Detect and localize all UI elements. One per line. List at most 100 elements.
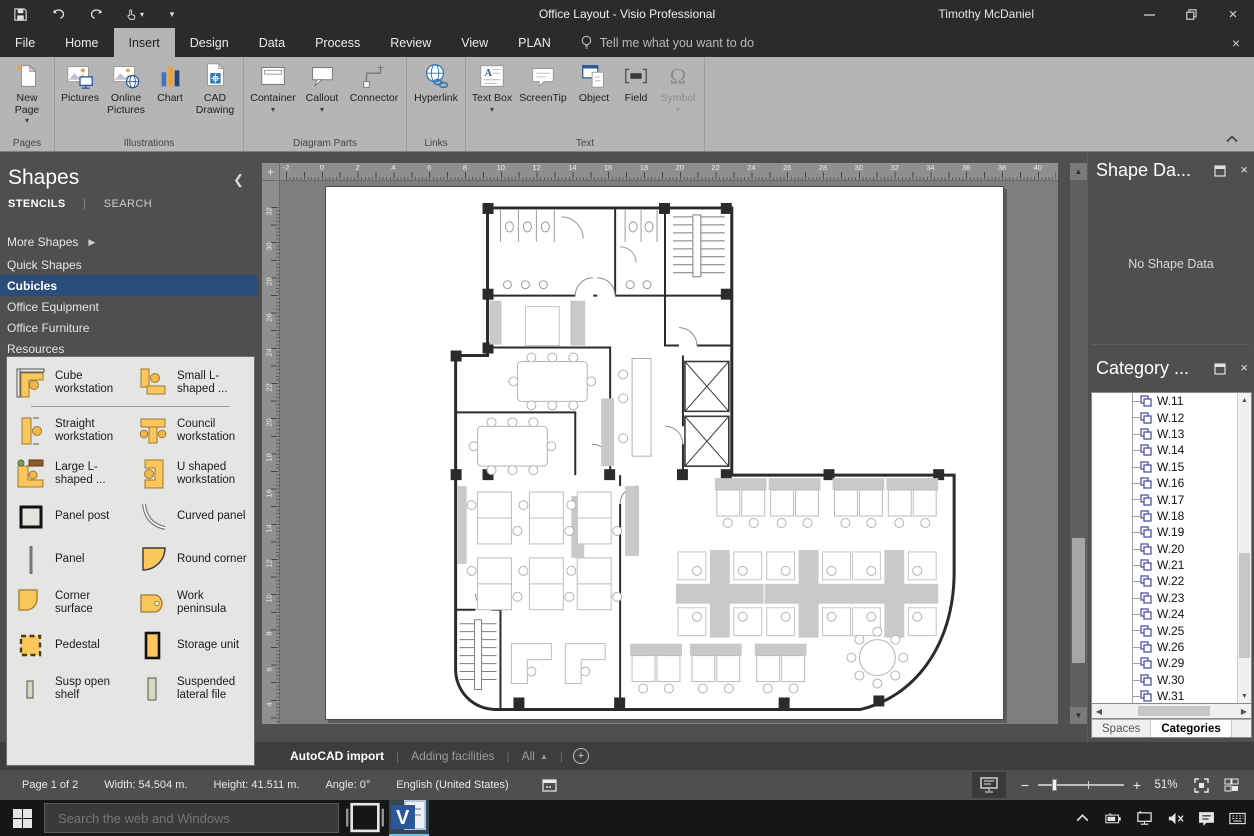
tab-insert[interactable]: Insert bbox=[114, 28, 175, 57]
tab-search[interactable]: SEARCH bbox=[104, 198, 152, 210]
floor-plan-drawing[interactable] bbox=[326, 187, 1003, 719]
category-scroll-left-icon[interactable]: ◀ bbox=[1092, 704, 1106, 718]
tab-design[interactable]: Design bbox=[175, 28, 244, 57]
category-horizontal-scrollbar[interactable]: ◀ ▶ bbox=[1091, 704, 1252, 719]
taskbar-search-box[interactable] bbox=[44, 803, 339, 833]
category-tree-item[interactable]: W.12 bbox=[1092, 409, 1225, 425]
category-tree-item[interactable]: W.15 bbox=[1092, 459, 1225, 475]
collapse-ribbon-icon[interactable] bbox=[1226, 130, 1238, 148]
stencil-shape-suspended-lateral-file[interactable]: Suspended lateral file bbox=[129, 667, 251, 710]
text-box-button[interactable]: A Text Box▾ bbox=[469, 58, 515, 137]
category-tree-item[interactable]: W.23 bbox=[1092, 590, 1225, 606]
taskbar-visio-button[interactable]: V bbox=[389, 800, 429, 836]
shape-data-close-icon[interactable]: × bbox=[1240, 164, 1248, 182]
category-hscroll-thumb[interactable] bbox=[1138, 706, 1210, 716]
category-tree-item[interactable]: W.22 bbox=[1092, 573, 1225, 589]
start-button[interactable] bbox=[0, 800, 44, 836]
category-tree-item[interactable]: W.20 bbox=[1092, 541, 1225, 557]
stencil-shape-susp-open-shelf[interactable]: Susp open shelf bbox=[7, 667, 129, 710]
stencil-shape-panel[interactable]: Panel bbox=[7, 538, 129, 581]
macros-icon[interactable] bbox=[535, 778, 565, 793]
hyperlink-button[interactable]: Hyperlink bbox=[410, 58, 462, 137]
tab-home[interactable]: Home bbox=[50, 28, 113, 57]
stencil-shape-u-shaped-workstation[interactable]: U shaped workstation bbox=[129, 452, 251, 495]
status-page-number[interactable]: Page 1 of 2 bbox=[22, 779, 78, 791]
stencil-nav-cubicles[interactable]: Cubicles bbox=[0, 275, 258, 296]
zoom-out-button[interactable]: − bbox=[1016, 777, 1034, 793]
stencil-nav-quick-shapes[interactable]: Quick Shapes bbox=[0, 254, 258, 275]
scroll-down-icon[interactable]: ▼ bbox=[1070, 707, 1087, 724]
new-page-tab-button[interactable]: + bbox=[573, 748, 589, 764]
category-tree-item[interactable]: W.11 bbox=[1092, 393, 1225, 409]
category-tree-item[interactable]: W.25 bbox=[1092, 622, 1225, 638]
stencil-shape-small-l-shaped[interactable]: Small L-shaped ... bbox=[129, 361, 251, 404]
status-language[interactable]: English (United States) bbox=[396, 779, 509, 791]
stencil-nav-office-equipment[interactable]: Office Equipment bbox=[0, 296, 258, 317]
tab-data[interactable]: Data bbox=[244, 28, 300, 57]
search-input[interactable] bbox=[45, 811, 338, 826]
tab-file[interactable]: File bbox=[0, 28, 50, 57]
callout-button[interactable]: Callout▾ bbox=[299, 58, 345, 137]
network-icon[interactable] bbox=[1136, 810, 1153, 827]
category-scroll-thumb[interactable] bbox=[1239, 553, 1250, 658]
zoom-slider-thumb[interactable] bbox=[1052, 779, 1057, 791]
category-tree-item[interactable]: W.14 bbox=[1092, 442, 1225, 458]
zoom-slider[interactable] bbox=[1038, 784, 1124, 786]
stencil-shape-panel-post[interactable]: Panel post bbox=[7, 495, 129, 538]
tab-view[interactable]: View bbox=[446, 28, 503, 57]
stencil-nav-more-shapes[interactable]: More Shapes▶ bbox=[0, 230, 258, 254]
stencil-nav-office-furniture[interactable]: Office Furniture bbox=[0, 317, 258, 338]
category-tree-item[interactable]: W.19 bbox=[1092, 524, 1225, 540]
customize-qat-caret[interactable]: ▾ bbox=[162, 4, 182, 24]
container-button[interactable]: Container▾ bbox=[247, 58, 299, 137]
stencil-shape-straight-workstation[interactable]: Straight workstation bbox=[7, 409, 129, 452]
chart-button[interactable]: Chart bbox=[150, 58, 190, 137]
category-tree-item[interactable]: W.26 bbox=[1092, 639, 1225, 655]
status-angle[interactable]: Angle: 0° bbox=[325, 779, 370, 791]
keyboard-icon[interactable] bbox=[1229, 810, 1246, 827]
status-width[interactable]: Width: 54.504 m. bbox=[104, 779, 187, 791]
field-button[interactable]: Field bbox=[617, 58, 655, 137]
category-tree-item[interactable]: W.31 bbox=[1092, 688, 1225, 704]
drawing-viewport[interactable] bbox=[280, 181, 1058, 724]
tray-expand-icon[interactable] bbox=[1074, 810, 1091, 827]
save-icon[interactable] bbox=[10, 4, 30, 24]
stencil-shape-curved-panel[interactable]: Curved panel bbox=[129, 495, 251, 538]
category-tree-item[interactable]: W.13 bbox=[1092, 426, 1225, 442]
category-tree-item[interactable]: W.18 bbox=[1092, 508, 1225, 524]
zoom-in-button[interactable]: + bbox=[1128, 777, 1146, 793]
category-tree-item[interactable]: W.24 bbox=[1092, 606, 1225, 622]
vertical-ruler[interactable]: 323028262422201816141210864 bbox=[262, 181, 280, 724]
category-tree-item[interactable]: W.17 bbox=[1092, 491, 1225, 507]
pictures-button[interactable]: Pictures bbox=[58, 58, 102, 137]
all-pages-dropdown[interactable]: All▲ bbox=[510, 749, 560, 763]
stencil-shape-round-corner[interactable]: Round corner bbox=[129, 538, 251, 581]
category-float-icon[interactable] bbox=[1214, 362, 1226, 380]
stencil-shape-large-l-shaped[interactable]: Large L-shaped ... bbox=[7, 452, 129, 495]
collapse-shapes-panel-icon[interactable]: ❮ bbox=[233, 172, 244, 188]
zoom-level[interactable]: 51% bbox=[1146, 779, 1186, 791]
connector-button[interactable]: Connector bbox=[345, 58, 403, 137]
object-button[interactable]: Object bbox=[571, 58, 617, 137]
online-pictures-button[interactable]: Online Pictures bbox=[102, 58, 150, 137]
shape-data-float-icon[interactable] bbox=[1214, 164, 1226, 182]
cad-drawing-button[interactable]: CAD Drawing bbox=[190, 58, 240, 137]
stencil-shape-work-peninsula[interactable]: Work peninsula bbox=[129, 581, 251, 624]
tab-plan[interactable]: PLAN bbox=[503, 28, 566, 57]
task-view-button[interactable] bbox=[345, 800, 385, 836]
minimize-button[interactable] bbox=[1128, 0, 1170, 28]
restore-button[interactable] bbox=[1170, 0, 1212, 28]
tab-categories[interactable]: Categories bbox=[1151, 720, 1231, 737]
tell-me-box[interactable]: Tell me what you want to do bbox=[566, 28, 768, 57]
stencil-shape-corner-surface[interactable]: Corner surface bbox=[7, 581, 129, 624]
tab-stencils[interactable]: STENCILS bbox=[8, 198, 66, 210]
tab-process[interactable]: Process bbox=[300, 28, 375, 57]
stencil-shape-pedestal[interactable]: Pedestal bbox=[7, 624, 129, 667]
category-scroll-down-icon[interactable]: ▼ bbox=[1238, 689, 1251, 703]
close-button[interactable]: × bbox=[1212, 0, 1254, 28]
drawing-page[interactable] bbox=[325, 186, 1004, 720]
category-tree-item[interactable]: W.16 bbox=[1092, 475, 1225, 491]
switch-windows-button[interactable] bbox=[1216, 778, 1246, 793]
battery-icon[interactable] bbox=[1105, 810, 1122, 827]
undo-icon[interactable] bbox=[48, 4, 68, 24]
